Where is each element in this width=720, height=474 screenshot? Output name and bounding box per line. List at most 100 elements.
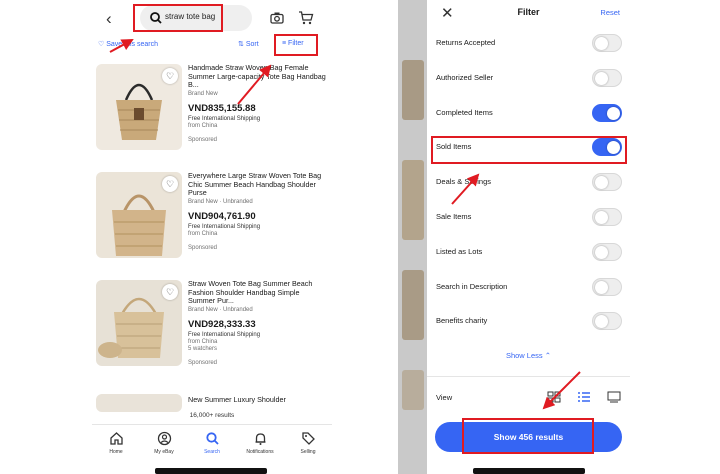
- filter-row: Returns Accepted: [427, 28, 630, 62]
- filter-label: Sale Items: [436, 212, 472, 221]
- listing-origin: from China: [188, 338, 218, 345]
- back-arrow-icon[interactable]: ‹: [106, 9, 112, 29]
- filter-row: Search in Description: [427, 272, 630, 306]
- sort-icon: ⇅: [238, 41, 244, 48]
- filter-label: Completed Items: [436, 107, 493, 117]
- show-results-highlight-box: [462, 418, 594, 454]
- tab-notifications[interactable]: Notifications: [236, 425, 284, 464]
- filter-label: Returns Accepted: [436, 38, 496, 47]
- product-image[interactable]: ♡: [96, 64, 182, 150]
- listing-price: VND928,333.33: [188, 318, 256, 330]
- listing-title[interactable]: Handmade Straw Woven Bag Female Summer L…: [188, 63, 328, 90]
- tab-label: Search: [204, 449, 220, 455]
- filter-row: Listed as Lots: [427, 237, 630, 271]
- filter-label: Search in Description: [436, 281, 508, 291]
- bottom-tab-bar: Home My eBay Search Notifications Sellin…: [92, 424, 332, 464]
- filter-row: Deals & Savings: [427, 167, 630, 201]
- list-view-icon[interactable]: [577, 391, 591, 403]
- filter-toggle[interactable]: [592, 173, 622, 192]
- tab-my-ebay[interactable]: My eBay: [140, 425, 188, 464]
- cart-icon[interactable]: [298, 10, 314, 25]
- home-indicator: [473, 468, 585, 474]
- search-highlight-box: [133, 4, 223, 32]
- listing-shipping: Free International Shipping: [188, 331, 261, 338]
- listing-origin: from China: [188, 230, 218, 237]
- toggle-knob: [595, 245, 608, 259]
- bell-icon: [255, 433, 265, 445]
- listing-shipping: Free International Shipping: [188, 223, 261, 230]
- listing-info: Everywhere Large Straw Woven Tote Bag Ch…: [188, 171, 328, 251]
- filter-header: ✕ Filter Reset: [427, 0, 630, 28]
- listing-title[interactable]: Straw Woven Tote Bag Summer Beach Fashio…: [188, 279, 328, 306]
- list-item[interactable]: ♡ Everywhere Large Straw Woven Tote Bag …: [92, 170, 332, 274]
- list-item[interactable]: ♡ Straw Woven Tote Bag Summer Beach Fash…: [92, 278, 332, 390]
- filter-toggle[interactable]: [592, 312, 622, 331]
- heart-icon: ♡: [98, 41, 105, 48]
- tab-home[interactable]: Home: [92, 425, 140, 464]
- filter-highlight-box: [274, 34, 318, 56]
- home-indicator: [155, 468, 267, 474]
- gallery-view-icon[interactable]: [607, 391, 621, 403]
- listing-condition: Brand New · Unbranded: [188, 306, 253, 313]
- toggle-knob: [595, 211, 608, 224]
- profile-icon: [157, 431, 171, 446]
- filter-toggle[interactable]: [592, 242, 622, 261]
- screenshot-stage: ‹ straw tote bag ♡ Save this search ⇅ So…: [0, 0, 720, 474]
- results-count: 16,000+ results: [189, 412, 235, 419]
- filter-label: Deals & Savings: [436, 177, 492, 187]
- filter-toggle[interactable]: [592, 277, 622, 296]
- watch-heart-icon[interactable]: ♡: [162, 284, 178, 300]
- listing-price: VND835,155.88: [188, 102, 256, 114]
- filter-panel: ✕ Filter Reset Returns Accepted Authorize…: [427, 0, 630, 474]
- toggle-knob: [595, 71, 608, 85]
- sponsored-label: Sponsored: [188, 136, 218, 143]
- watch-heart-icon[interactable]: ♡: [162, 176, 178, 192]
- chevron-up-icon: ⌃: [544, 351, 552, 360]
- view-options-row: View: [427, 376, 630, 416]
- sponsored-label: Sponsored: [188, 359, 218, 366]
- product-image[interactable]: ♡: [96, 172, 182, 258]
- listing-origin: from China: [188, 122, 218, 129]
- filter-toggle[interactable]: [592, 103, 622, 122]
- search-icon: [205, 432, 219, 445]
- tab-label: Notifications: [246, 449, 274, 455]
- listing-condition: Brand New · Unbranded: [188, 198, 253, 205]
- listing-info: Straw Woven Tote Bag Summer Beach Fashio…: [188, 279, 328, 366]
- search-results-screen: ‹ straw tote bag ♡ Save this search ⇅ So…: [92, 0, 332, 474]
- reset-button[interactable]: Reset: [600, 8, 620, 17]
- listing-title[interactable]: Everywhere Large Straw Woven Tote Bag Ch…: [188, 171, 328, 198]
- list-item[interactable]: ♡ Handmade Straw Woven Bag Female Summer…: [92, 62, 332, 166]
- show-less-label: Show Less: [505, 351, 543, 360]
- tab-search[interactable]: Search: [188, 425, 236, 464]
- watch-heart-icon[interactable]: ♡: [162, 68, 178, 84]
- tag-icon: [301, 432, 315, 445]
- listing-shipping: Free International Shipping: [188, 115, 261, 122]
- filter-toggle[interactable]: [592, 68, 622, 87]
- listing-title[interactable]: New Summer Luxury Shoulder: [188, 395, 328, 405]
- save-search-button[interactable]: ♡ Save this search: [98, 40, 158, 48]
- filter-label: Benefits charity: [436, 316, 488, 326]
- sort-button[interactable]: ⇅ Sort: [238, 40, 259, 48]
- sponsored-label: Sponsored: [188, 244, 218, 251]
- tab-selling[interactable]: Selling: [284, 425, 332, 464]
- filter-screen: ✕ Filter Reset Returns Accepted Authorize…: [398, 0, 630, 474]
- filter-label: Authorized Seller: [436, 72, 494, 82]
- toggle-knob: [607, 106, 620, 120]
- listing-watchers: 5 watchers: [188, 345, 218, 352]
- toggle-knob: [595, 176, 608, 190]
- grid-view-icon[interactable]: [547, 391, 561, 403]
- show-less-button[interactable]: Show Less ⌃: [427, 351, 630, 360]
- listing-price: VND904,761.90: [188, 210, 256, 222]
- product-image[interactable]: [96, 394, 182, 412]
- filter-toggle[interactable]: [592, 208, 622, 226]
- listing-info: New Summer Luxury Shoulder: [188, 395, 328, 405]
- filter-label: Listed as Lots: [436, 246, 483, 256]
- camera-icon[interactable]: [270, 11, 284, 25]
- sort-label: Sort: [245, 41, 259, 48]
- filter-row: Authorized Seller: [427, 63, 630, 97]
- toggle-knob: [595, 37, 608, 50]
- tab-label: Selling: [300, 449, 316, 455]
- product-image[interactable]: ♡: [96, 280, 182, 366]
- filter-toggle[interactable]: [592, 34, 622, 52]
- toggle-knob: [595, 315, 608, 329]
